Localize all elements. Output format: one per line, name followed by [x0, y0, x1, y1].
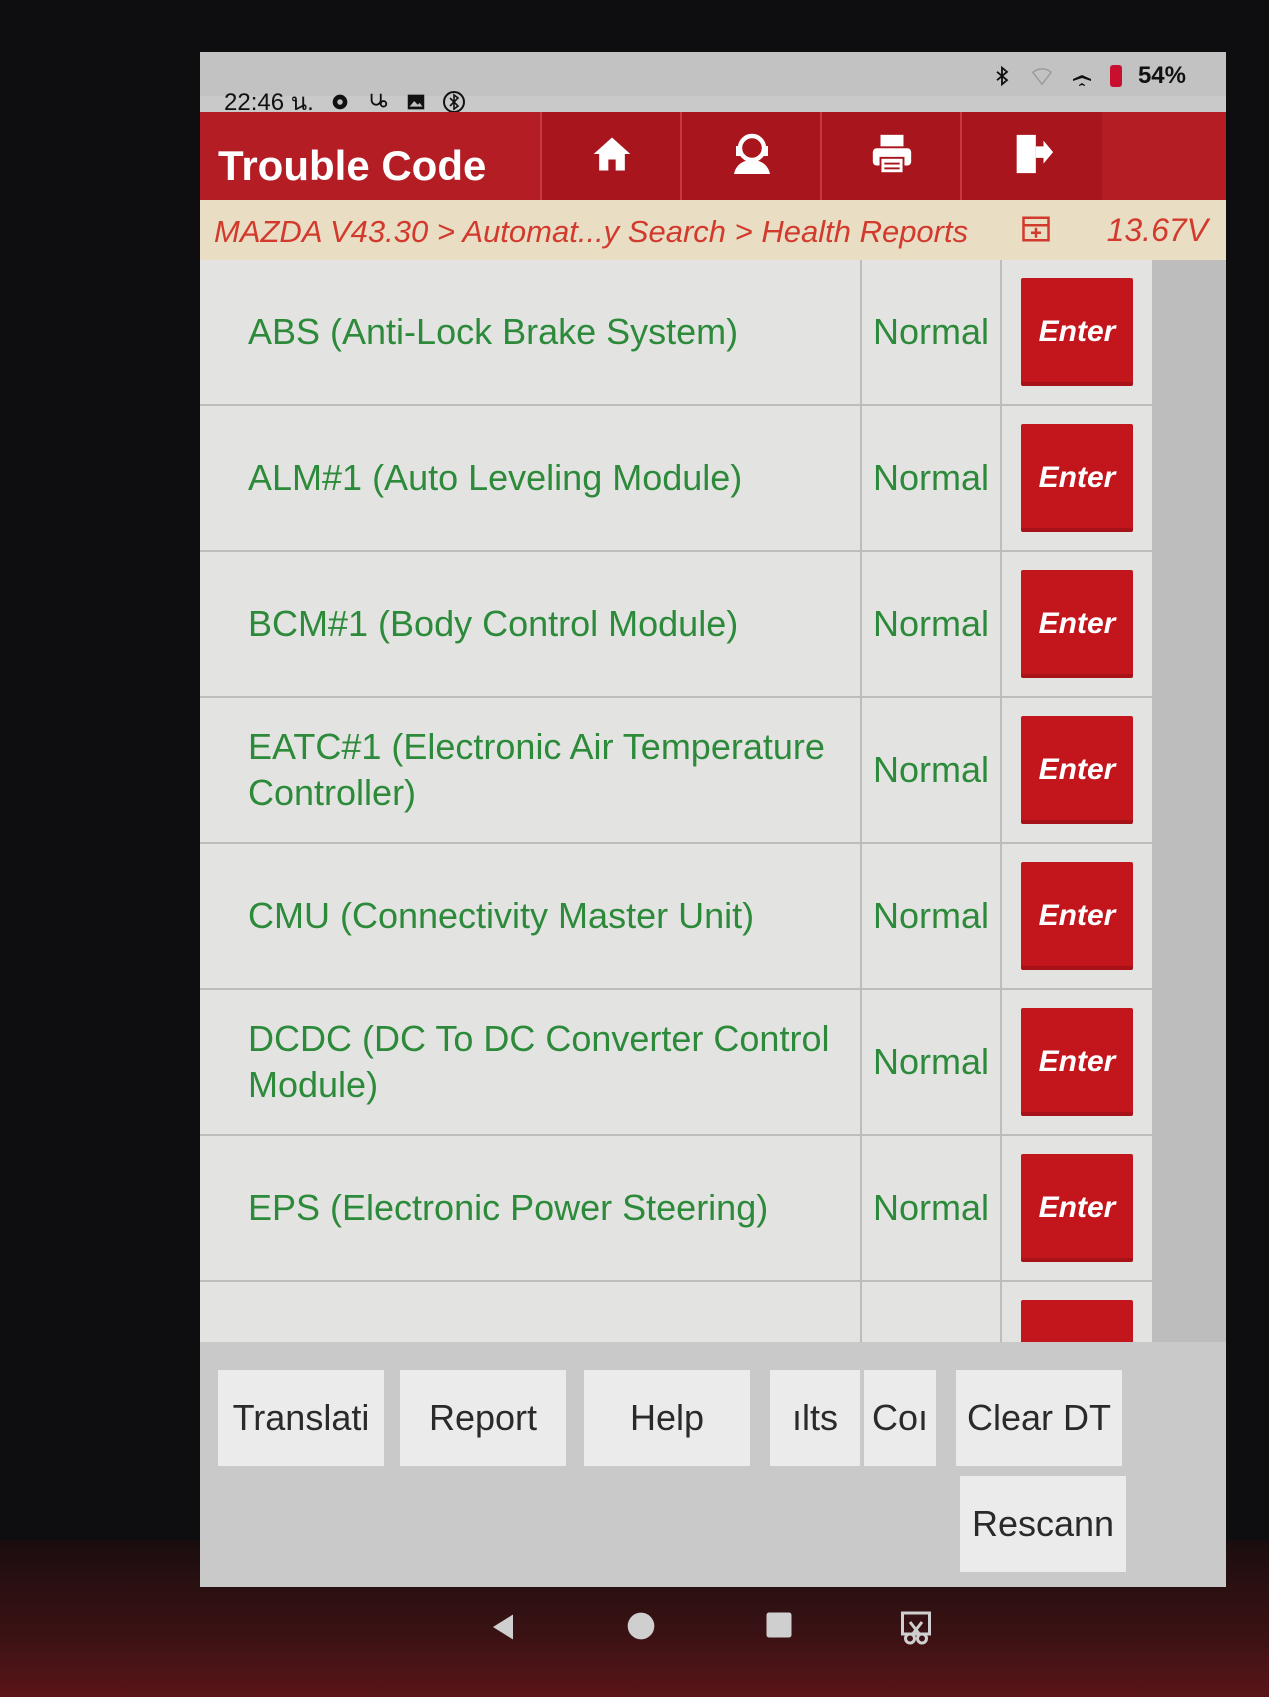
battery-icon	[1109, 65, 1122, 87]
system-name: CMU (Connectivity Master Unit)	[200, 844, 860, 988]
enter-cell: Enter	[1002, 552, 1152, 696]
list-item: ALM#1 (Auto Leveling Module) Normal Ente…	[200, 406, 1226, 552]
user-support-icon	[728, 130, 776, 183]
bottom-toolbar: Translati Report Help ılts Coı Clear DT …	[200, 1342, 1226, 1587]
screenshot-icon[interactable]	[898, 1610, 934, 1651]
co-button[interactable]: Coı	[864, 1370, 936, 1466]
device-screen: 22:46 น. 54% Trouble Code MAZDA V43.30 >…	[200, 52, 1226, 1587]
system-status: Normal	[862, 1136, 1000, 1280]
enter-button[interactable]: Enter	[1021, 716, 1133, 824]
enter-button[interactable]: Enter	[1021, 570, 1133, 678]
battery-voltage: 13.67V	[1106, 212, 1208, 248]
recents-icon[interactable]	[764, 1610, 794, 1645]
enter-cell: Enter	[1002, 698, 1152, 842]
home-icon	[590, 132, 634, 181]
airplane-icon	[1070, 64, 1094, 88]
back-icon[interactable]	[488, 1610, 518, 1649]
system-status: Normal	[862, 844, 1000, 988]
enter-button[interactable]: Enter	[1021, 424, 1133, 532]
battery-percent: 54%	[1137, 62, 1186, 89]
system-status: Normal	[862, 552, 1000, 696]
home-nav-icon[interactable]	[625, 1610, 657, 1647]
system-status: Normal	[862, 990, 1000, 1134]
system-name: ALM#1 (Auto Leveling Module)	[200, 406, 860, 550]
system-nav-bar	[0, 1590, 1269, 1670]
rescan-button[interactable]: Rescann	[960, 1476, 1126, 1572]
home-button[interactable]	[540, 112, 682, 200]
enter-cell: Enter	[1002, 990, 1152, 1134]
system-name: EATC#1 (Electronic Air Temperature Contr…	[200, 698, 860, 842]
system-list: ABS (Anti-Lock Brake System) Normal Ente…	[200, 260, 1226, 1426]
breadcrumb: MAZDA V43.30 > Automat...y Search > Heal…	[214, 214, 969, 249]
stethoscope-icon	[366, 90, 390, 114]
help-button[interactable]: Help	[584, 1370, 750, 1466]
wifi-icon	[1030, 64, 1054, 88]
system-name: ABS (Anti-Lock Brake System)	[200, 260, 860, 404]
system-name: DCDC (DC To DC Converter Control Module)	[200, 990, 860, 1134]
system-status: Normal	[862, 260, 1000, 404]
list-item: ABS (Anti-Lock Brake System) Normal Ente…	[200, 260, 1226, 406]
status-right: 54%	[990, 62, 1186, 90]
results-button[interactable]: ılts	[770, 1370, 860, 1466]
system-status: Normal	[862, 406, 1000, 550]
print-button[interactable]	[820, 112, 962, 200]
print-icon	[869, 131, 915, 182]
system-status: Normal	[862, 698, 1000, 842]
breadcrumb-bar: MAZDA V43.30 > Automat...y Search > Heal…	[200, 200, 1226, 260]
list-item: DCDC (DC To DC Converter Control Module)…	[200, 990, 1226, 1136]
enter-button[interactable]: Enter	[1021, 278, 1133, 386]
gear-icon	[328, 90, 352, 114]
enter-button[interactable]: Enter	[1021, 1154, 1133, 1262]
list-item: EATC#1 (Electronic Air Temperature Contr…	[200, 698, 1226, 844]
bluetooth-icon	[990, 64, 1014, 88]
system-name: EPS (Electronic Power Steering)	[200, 1136, 860, 1280]
image-icon	[404, 90, 428, 114]
report-button[interactable]: Report	[400, 1370, 566, 1466]
enter-cell: Enter	[1002, 1136, 1152, 1280]
report-icon[interactable]	[1020, 214, 1052, 249]
enter-cell: Enter	[1002, 406, 1152, 550]
app-header: Trouble Code MAZDA V43.30 > Automat...y …	[200, 112, 1226, 260]
exit-button[interactable]	[960, 112, 1102, 200]
system-name: BCM#1 (Body Control Module)	[200, 552, 860, 696]
clear-dtc-button[interactable]: Clear DT	[956, 1370, 1122, 1466]
list-item: EPS (Electronic Power Steering) Normal E…	[200, 1136, 1226, 1282]
support-button[interactable]	[680, 112, 822, 200]
enter-cell: Enter	[1002, 844, 1152, 988]
exit-icon	[1009, 131, 1055, 182]
list-item: BCM#1 (Body Control Module) Normal Enter	[200, 552, 1226, 698]
enter-button[interactable]: Enter	[1021, 1008, 1133, 1116]
status-bar: 22:46 น. 54%	[200, 52, 1226, 116]
enter-button[interactable]: Enter	[1021, 862, 1133, 970]
bluetooth-circle-icon	[442, 90, 466, 114]
list-item: CMU (Connectivity Master Unit) Normal En…	[200, 844, 1226, 990]
translation-button[interactable]: Translati	[218, 1370, 384, 1466]
enter-cell: Enter	[1002, 260, 1152, 404]
page-title: Trouble Code	[218, 142, 487, 189]
